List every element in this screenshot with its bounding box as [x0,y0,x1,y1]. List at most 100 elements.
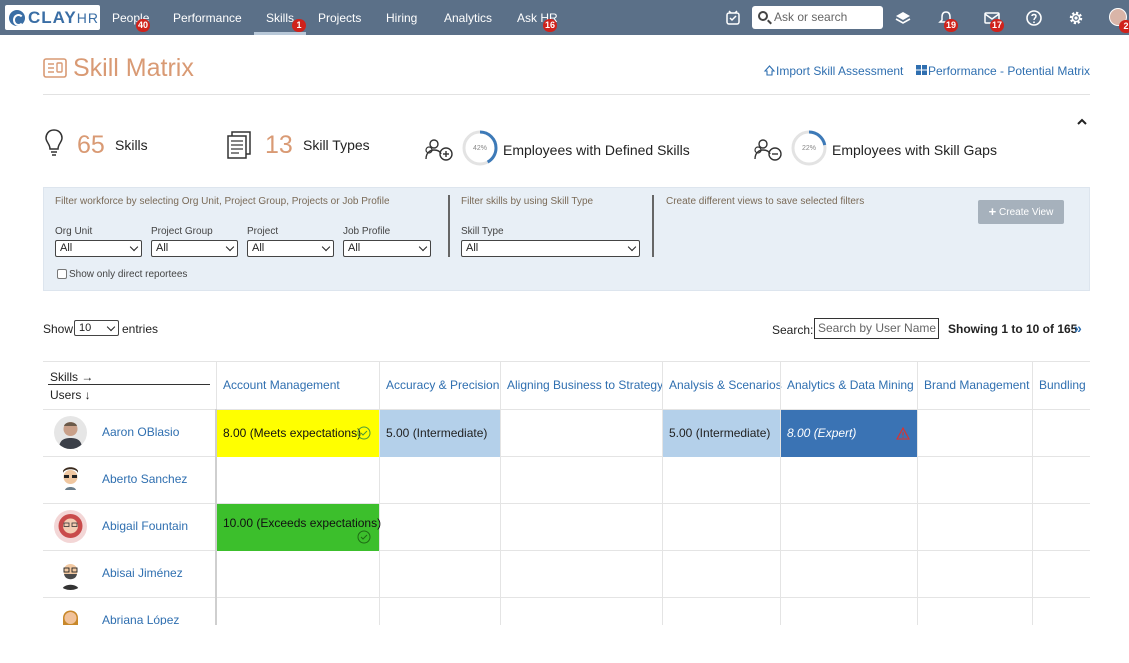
org-unit-select[interactable]: All [55,240,142,257]
direct-reportees-checkbox[interactable] [57,269,67,279]
skill-score-cell[interactable]: 5.00 (Intermediate) [663,410,780,457]
chevron-down-icon [129,242,139,252]
skill-type-select[interactable]: All [461,240,640,257]
nav-analytics[interactable]: Analytics [444,0,492,35]
user-name-link[interactable]: Abisai Jiménez [102,550,183,597]
nav-projects[interactable]: Projects [318,0,361,35]
skill-header-analytics-data-mining[interactable]: Analytics & Data Mining [780,362,917,409]
skills-badge: 1 [292,19,306,32]
defined-skills-percent: 42% [472,145,487,152]
user-row-aaron-oblasio: Aaron OBlasio [43,409,216,456]
clayhr-logo[interactable]: CLAYHR [5,5,100,30]
skill-header-bundling[interactable]: Bundling [1032,362,1090,409]
user-row-abisai-jimenez: Abisai Jiménez [43,550,216,597]
check-circle-icon [357,426,371,440]
import-skill-assessment-link[interactable]: Import Skill Assessment [763,64,903,78]
page-title-area: Skill Matrix [43,54,194,82]
chevron-down-icon [225,242,235,252]
matrix-corner: Skills → Users ↓ [43,362,216,409]
entries-label: entries [122,322,159,336]
avatar [54,463,87,496]
skill-header-analysis-scenarios[interactable]: Analysis & Scenarios [662,362,782,409]
user-row-abigail-fountain: Abigail Fountain [43,503,216,550]
users-axis-label: Users ↓ [50,388,91,402]
project-group-label: Project Group [151,226,213,237]
skills-filter-hint: Filter skills by using Skill Type [461,196,594,207]
nav-performance[interactable]: Performance [173,0,242,35]
job-profile-label: Job Profile [343,226,391,237]
project-label: Project [247,226,279,237]
lightbulb-icon [45,129,63,156]
layers-icon[interactable] [894,9,912,27]
documents-icon [227,131,251,159]
notifications-badge: 19 [944,19,959,32]
skill-header-accuracy-precision[interactable]: Accuracy & Precision [379,362,500,409]
avatar [54,416,87,449]
logo-mark-icon [9,9,25,26]
check-circle-icon [357,530,371,544]
user-name-link[interactable]: Abigail Fountain [102,503,188,550]
user-row-abriana-lopez: Abriana López [43,597,216,625]
collapse-chevron-up-icon[interactable] [1077,117,1087,127]
search-icon [758,11,768,21]
skills-count: 65 [77,131,105,159]
skill-score-cell[interactable]: 10.00 (Exceeds expectations) [217,504,381,551]
skill-score-cell[interactable]: 8.00 (Meets expectations) [217,410,379,457]
skill-matrix-icon [43,58,67,78]
skill-type-label: Skill Type [461,226,504,237]
chevron-down-icon [627,242,637,252]
skill-types-count: 13 [265,131,293,159]
project-group-select[interactable]: All [151,240,238,257]
avatar [54,604,87,625]
chevron-down-icon [106,322,116,332]
user-row-aberto-sanchez: Aberto Sanchez [43,456,216,503]
skill-matrix-table: Skills → Users ↓ Account Management Accu… [43,361,1090,625]
skill-header-account-management[interactable]: Account Management [216,362,379,409]
skills-axis-label: Skills → [50,370,94,384]
global-search-placeholder: Ask or search [774,10,848,24]
people-badge: 40 [136,19,151,32]
workforce-filter-hint: Filter workforce by selecting Org Unit, … [55,196,390,207]
chevron-down-icon [321,242,331,252]
entries-select[interactable]: 10 [74,320,119,336]
chevron-down-icon [418,242,428,252]
show-label: Show [43,322,74,336]
skills-label: Skills [115,137,148,153]
direct-reportees-label: Show only direct reportees [69,269,188,280]
plus-icon: + [988,204,997,219]
users-remove-icon [754,139,782,161]
skill-header-brand-management[interactable]: Brand Management [917,362,1032,409]
skill-types-label: Skill Types [303,137,370,153]
user-name-link[interactable]: Aaron OBlasio [102,409,179,456]
avatar [54,510,87,543]
page-title: Skill Matrix [73,53,194,82]
skill-header-aligning-business[interactable]: Aligning Business to Strategy [500,362,663,409]
skill-score-cell[interactable]: 5.00 (Intermediate) [380,410,500,457]
nav-hiring[interactable]: Hiring [386,0,417,35]
org-unit-label: Org Unit [55,226,93,237]
user-search-input[interactable]: Search by User Name [814,318,939,339]
avatar [54,557,87,590]
profile-badge: 2 [1119,20,1129,33]
logo-main-text: CLAY [28,7,77,27]
ask-hr-badge: 16 [543,19,558,32]
job-profile-select[interactable]: All [343,240,431,257]
project-select[interactable]: All [247,240,334,257]
skill-gaps-percent: 22% [801,145,816,152]
search-label: Search: [772,323,814,337]
help-icon[interactable] [1025,9,1043,27]
performance-potential-matrix-link[interactable]: Performance - Potential Matrix [916,64,1090,78]
defined-skills-label: Employees with Defined Skills [503,142,690,158]
import-icon [763,65,776,76]
clock-icon[interactable] [724,9,742,27]
next-page-button[interactable]: » [1074,320,1082,336]
user-name-link[interactable]: Abriana López [102,597,179,625]
create-view-button[interactable]: + Create View [978,200,1064,224]
header-divider [43,94,1090,95]
warning-icon [896,427,910,440]
user-name-link[interactable]: Aberto Sanchez [102,456,187,503]
skill-gaps-label: Employees with Skill Gaps [832,142,997,158]
views-filter-hint: Create different views to save selected … [666,196,865,207]
settings-gear-icon[interactable] [1067,9,1085,27]
global-search-input[interactable]: Ask or search [752,6,883,29]
